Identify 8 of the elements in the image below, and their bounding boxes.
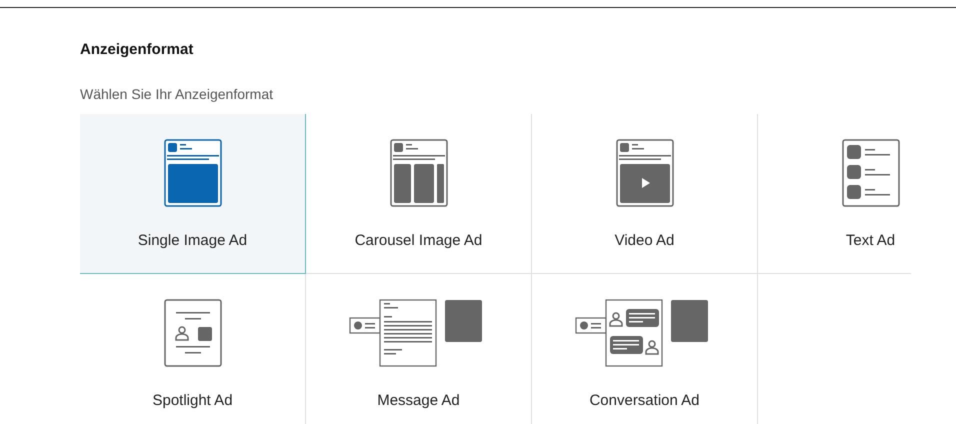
carousel-ad-icon [390,139,448,207]
video-ad-icon [616,139,674,207]
section-title: Anzeigenformat [80,40,194,60]
text-ad-icon [842,139,900,207]
single-image-ad-icon [164,139,222,207]
section-subtitle: Wählen Sie Ihr Anzeigenformat [80,85,274,104]
ad-format-option[interactable]: Single Image Ad [80,114,306,274]
spotlight-ad-icon [164,299,222,367]
